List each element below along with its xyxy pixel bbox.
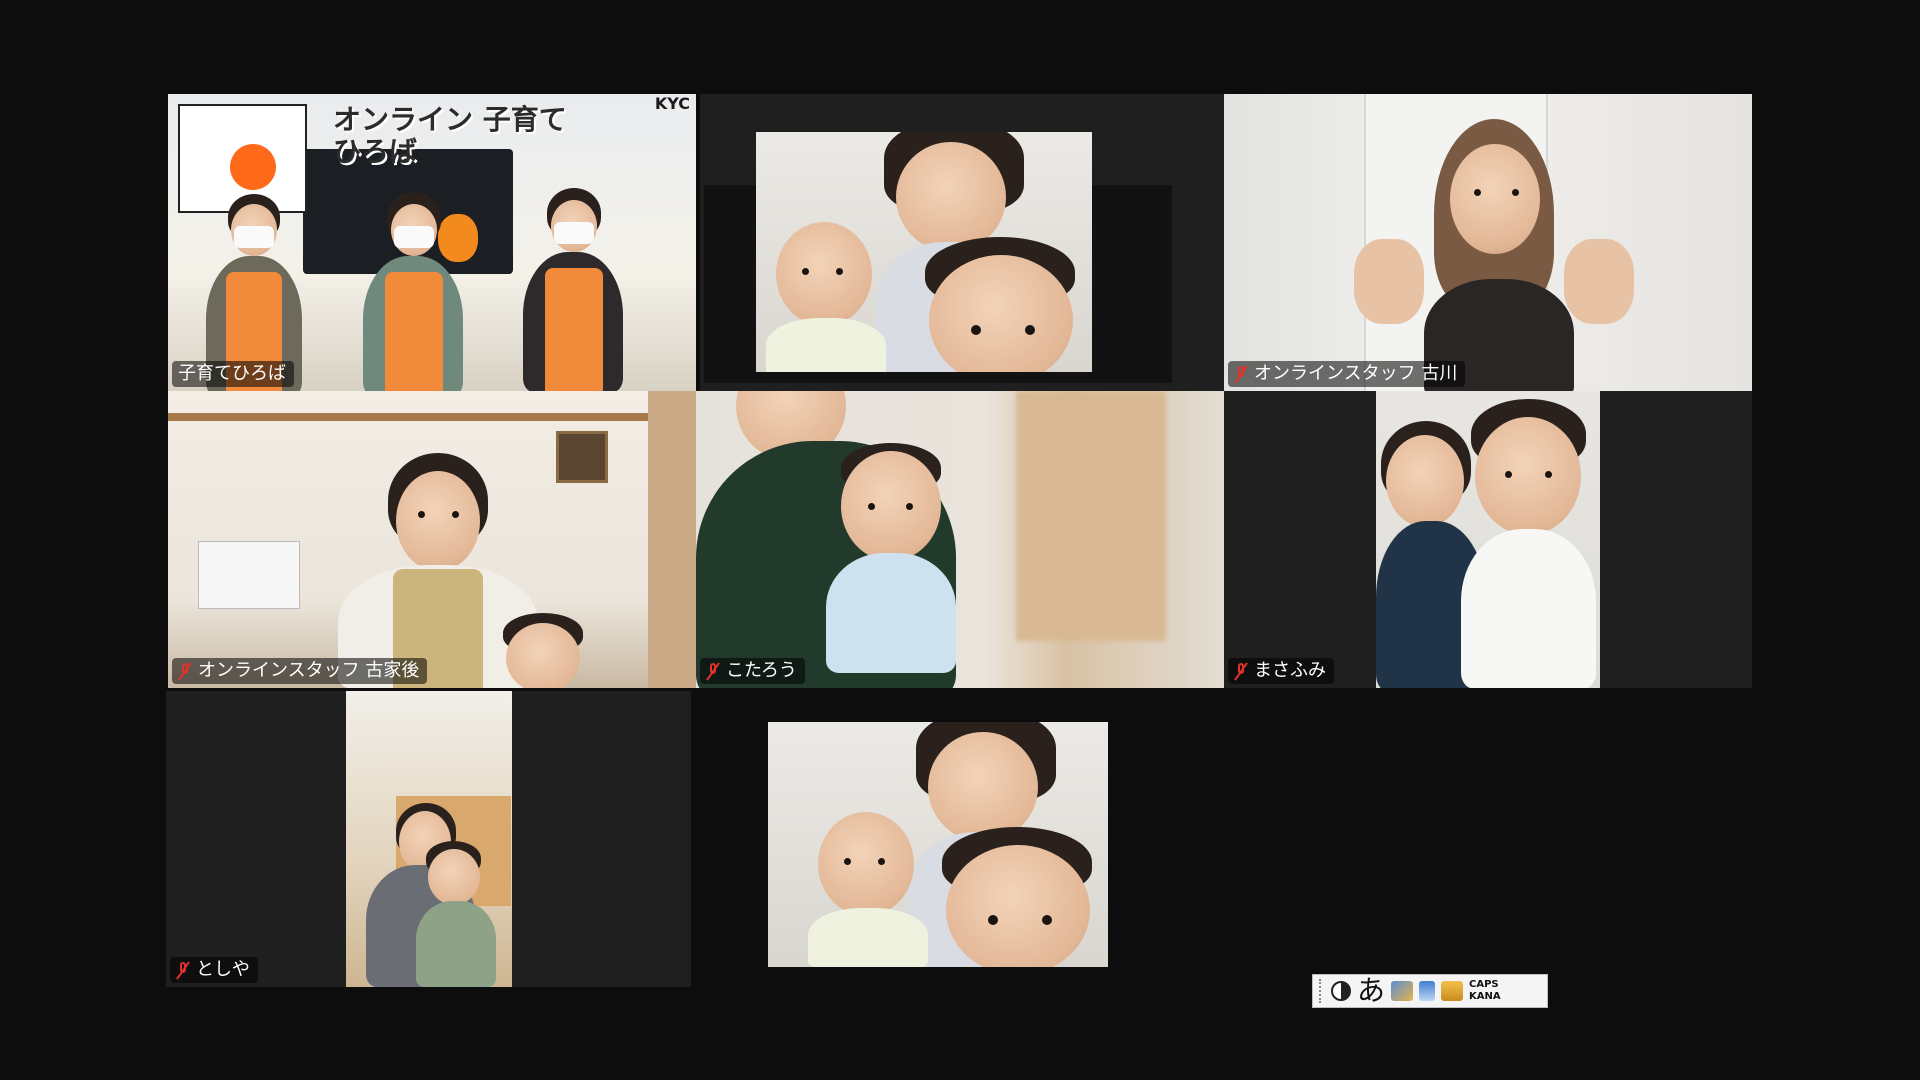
video-feed [756, 132, 1092, 372]
participant-name: こたろう [726, 660, 797, 681]
waving-hand [1564, 239, 1634, 324]
video-tile-participant-2[interactable] [700, 94, 1224, 391]
input-mode-button[interactable]: あ [1357, 976, 1385, 1006]
video-feed [1224, 94, 1752, 391]
waving-hand [1354, 239, 1424, 324]
video-tile-furukawa[interactable]: オンラインスタッフ 古川 [1224, 94, 1752, 391]
tools-icon [1391, 981, 1414, 1001]
pad-button[interactable] [1441, 981, 1464, 1001]
video-feed [696, 391, 1224, 688]
ime-mode-button[interactable] [1331, 981, 1351, 1001]
ime-mode-icon [1331, 981, 1351, 1001]
video-feed [1376, 391, 1600, 688]
baby [816, 443, 966, 688]
participant-name: オンラインスタッフ 古川 [1254, 363, 1458, 384]
corner-logo: KYC [654, 94, 690, 113]
caps-label: CAPS [1469, 979, 1499, 990]
ime-language-bar[interactable]: あ CAPS KANA [1312, 974, 1548, 1008]
caps-kana-indicator: CAPS KANA [1469, 979, 1501, 1003]
baby [766, 222, 886, 372]
toolbox-icon [1441, 981, 1464, 1001]
staff-member [1354, 119, 1634, 391]
baby [921, 237, 1081, 372]
video-tile-toshiya[interactable]: としや [166, 691, 691, 987]
kana-label: KANA [1469, 991, 1501, 1002]
baby [938, 827, 1098, 967]
video-feed: オンライン 子育てひろば KYC [168, 94, 696, 391]
mic-muted-icon [178, 662, 192, 680]
video-tile-kosodate-hiroba[interactable]: オンライン 子育てひろば KYC 子育てひろば [168, 94, 696, 391]
participant-name-tag: まさふみ [1228, 658, 1334, 684]
child [1461, 399, 1596, 688]
participant-name-tag: オンラインスタッフ 古家後 [172, 658, 428, 684]
video-tile-kotarou[interactable]: こたろう [696, 391, 1224, 688]
baby [498, 613, 588, 688]
window-frame [648, 391, 696, 688]
mic-muted-icon [1234, 365, 1248, 383]
dictionary-icon [1419, 981, 1436, 1001]
video-tile-masafumi[interactable]: まさふみ [1224, 391, 1752, 688]
baby [416, 841, 496, 987]
participant-name-tag: としや [170, 957, 258, 983]
mic-muted-icon [706, 662, 720, 680]
participant-name-tag: オンラインスタッフ 古川 [1228, 361, 1466, 387]
participant-name: オンラインスタッフ 古家後 [198, 660, 420, 681]
door [1016, 391, 1166, 641]
wall-trim [168, 413, 696, 421]
participant-name-tag: 子育てひろば [172, 361, 294, 387]
participant-name: 子育てひろば [178, 363, 286, 384]
dictionary-button[interactable] [1419, 981, 1436, 1001]
video-feed [346, 691, 512, 987]
pumpkin-icon [230, 144, 276, 190]
self-view-video[interactable] [768, 722, 1108, 967]
staff-member [513, 188, 633, 391]
staff-member [353, 192, 473, 391]
mic-muted-icon [176, 961, 190, 979]
participant-name: としや [196, 959, 250, 980]
mic-muted-icon [1234, 662, 1248, 680]
video-feed [168, 391, 696, 688]
wall-frame [556, 431, 608, 483]
participant-name-tag: こたろう [700, 658, 805, 684]
baby [808, 812, 928, 967]
drag-handle[interactable] [1319, 979, 1325, 1003]
banner-title: オンライン 子育てひろば [333, 103, 567, 168]
chart-poster [198, 541, 300, 609]
participant-name: まさふみ [1254, 660, 1326, 681]
tools-button[interactable] [1391, 981, 1414, 1001]
video-tile-furukego[interactable]: オンラインスタッフ 古家後 [168, 391, 696, 688]
